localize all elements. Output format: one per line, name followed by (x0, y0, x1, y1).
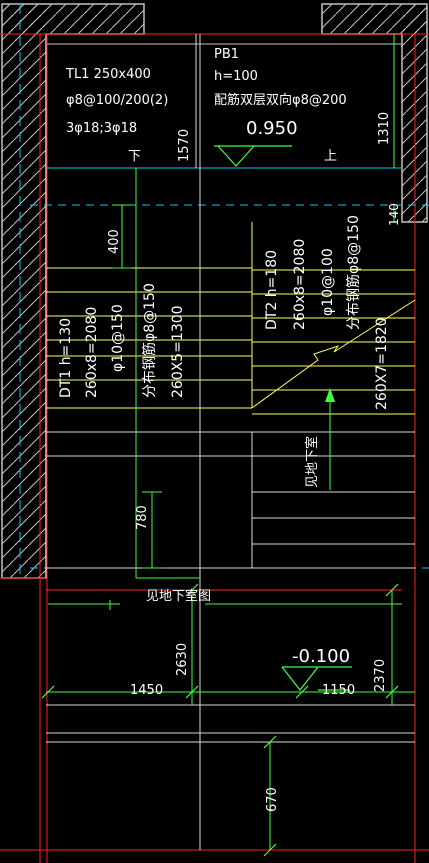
dim-400: 400 (107, 229, 122, 254)
green-dims (46, 34, 415, 850)
tl1-line-1: TL1 250x400 (65, 67, 151, 82)
dim-1310: 1310 (377, 112, 392, 145)
white-lines (45, 34, 415, 850)
see-basement-vertical: 见地下室 (304, 436, 320, 488)
elevation-bottom-label: -0.100 (292, 646, 350, 667)
dim-670: 670 (265, 787, 280, 812)
green-dim-ticks (41, 583, 399, 857)
dt2-line-1: DT2 h=180 (264, 250, 280, 330)
dim-780: 780 (135, 505, 150, 530)
dim-1150: 1150 (322, 683, 355, 698)
red-lines (0, 33, 429, 863)
up-label: 上 (324, 149, 337, 164)
dt2-line-2: 260x8=2080 (292, 239, 308, 330)
dim-1450: 1450 (130, 683, 163, 698)
elevation-top-marker (214, 145, 292, 167)
pb1-line-1: PB1 (214, 47, 239, 62)
dt2-line-3: φ10@100 (320, 248, 336, 316)
dt1-steps: 260X5=1300 (170, 305, 186, 398)
dt1-line-2: 260x8=2080 (84, 307, 100, 398)
elevation-top-label: 0.950 (246, 118, 298, 139)
dt2-steps: 260X7=1820 (374, 317, 390, 410)
dim-140: 140 (387, 203, 401, 226)
dt1-dist: 分布钢筋φ8@150 (141, 283, 158, 398)
tl1-line-2: φ8@100/200(2) (66, 93, 168, 108)
dim-1570: 1570 (177, 129, 192, 162)
pb1-line-3: 配筋双层双向φ8@200 (214, 92, 347, 108)
dt1-line-3: φ10@150 (110, 304, 126, 372)
stair-plan-drawing: TL1 250x400 φ8@100/200(2) 3φ18;3φ18 PB1 … (0, 3, 429, 863)
dim-2630: 2630 (175, 643, 190, 676)
pb1-line-2: h=100 (214, 69, 258, 84)
dim-2370: 2370 (373, 659, 388, 692)
tl1-line-3: 3φ18;3φ18 (66, 121, 137, 136)
dt2-dist: 分布钢筋φ8@150 (345, 215, 362, 330)
see-basement-horizontal: 见地下室图 (146, 588, 211, 604)
down-label: 下 (128, 149, 141, 164)
dt1-line-1: DT1 h=130 (58, 318, 74, 398)
